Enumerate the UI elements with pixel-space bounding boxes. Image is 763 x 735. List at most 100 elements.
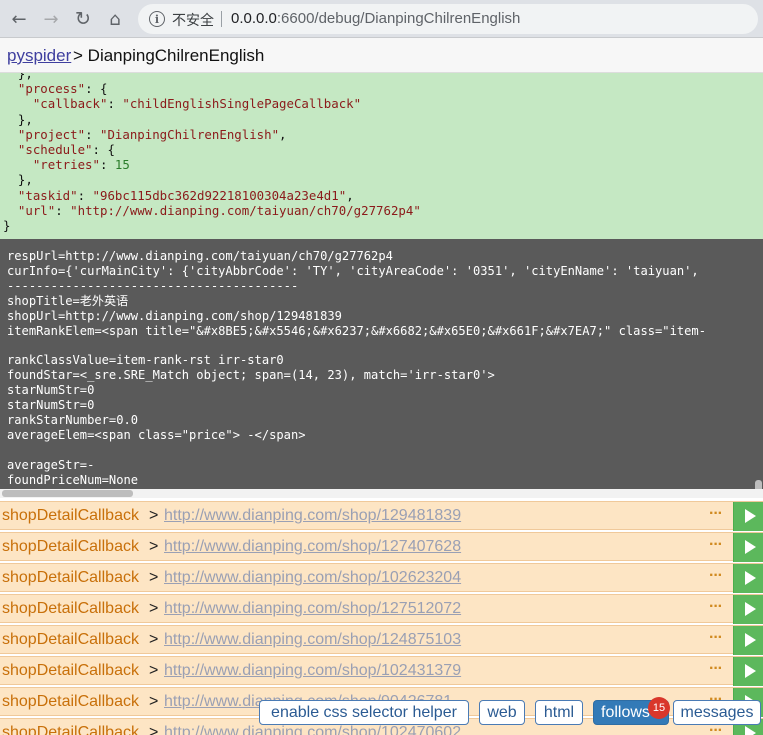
- follow-separator: >: [149, 662, 159, 679]
- url-path: :6600/debug/DianpingChilrenEnglish: [276, 10, 521, 27]
- breadcrumb-separator: >: [73, 46, 83, 65]
- follow-separator: >: [149, 507, 159, 524]
- follow-url-link[interactable]: http://www.dianping.com/shop/127407628: [164, 538, 461, 556]
- follow-row[interactable]: shopDetailCallback > http://www.dianping.c…: [0, 501, 763, 531]
- follow-row[interactable]: shopDetailCallback > http://www.dianping.c…: [0, 563, 763, 593]
- play-icon: [745, 726, 756, 735]
- console-line: starNumStr=0: [7, 383, 95, 398]
- follow-separator: >: [149, 693, 159, 710]
- more-options-icon[interactable]: ···: [709, 598, 723, 616]
- console-line: ----------------------------------------: [7, 278, 299, 293]
- follow-callback: shopDetailCallback: [2, 600, 139, 617]
- play-icon: [745, 540, 756, 554]
- follow-row[interactable]: shopDetailCallback > http://www.dianping.c…: [0, 594, 763, 624]
- run-follow-button[interactable]: [733, 564, 763, 593]
- run-follow-button[interactable]: [733, 595, 763, 624]
- console-line: shopUrl=http://www.dianping.com/shop/129…: [7, 308, 342, 323]
- console-line: curInfo={'curMainCity': {'cityAbbrCode':…: [7, 263, 699, 278]
- follow-callback: shopDetailCallback: [2, 693, 139, 710]
- follow-separator: >: [149, 600, 159, 617]
- play-icon: [745, 509, 756, 523]
- follow-separator: >: [149, 724, 159, 735]
- task-json-line: },: [3, 172, 33, 188]
- console-line: respUrl=http://www.dianping.com/taiyuan/…: [7, 249, 393, 263]
- console-line: averageStr=-: [7, 457, 95, 472]
- task-json-line: "project": "DianpingChilrenEnglish",: [17, 126, 287, 142]
- back-arrow-icon[interactable]: ←: [6, 6, 32, 32]
- task-json-text: }, "process": { "callback": "childEnglis…: [3, 73, 421, 233]
- follow-row[interactable]: shopDetailCallback > http://www.dianping.c…: [0, 532, 763, 562]
- console-line: foundPriceNum=None: [7, 472, 139, 487]
- play-icon: [745, 664, 756, 678]
- follow-separator: >: [149, 538, 159, 555]
- play-icon: [745, 602, 756, 616]
- forward-arrow-icon[interactable]: →: [38, 6, 64, 32]
- breadcrumb: > DianpingChilrenEnglish: [73, 46, 264, 66]
- run-follow-button[interactable]: [733, 533, 763, 562]
- tab-html[interactable]: html: [535, 700, 583, 725]
- follow-callback: shopDetailCallback: [2, 662, 139, 679]
- follow-separator: >: [149, 631, 159, 648]
- task-json-line: "url": "http://www.dianping.com/taiyuan/…: [17, 202, 421, 218]
- browser-toolbar: ← → ↻ ⌂ i 不安全 0.0.0.0:6600/debug/Dianpin…: [0, 0, 763, 38]
- project-name: DianpingChilrenEnglish: [87, 46, 265, 65]
- follow-callback: shopDetailCallback: [2, 538, 139, 555]
- play-icon: [745, 633, 756, 647]
- follow-row[interactable]: shopDetailCallback > http://www.dianping.c…: [0, 625, 763, 655]
- more-options-icon[interactable]: ···: [709, 629, 723, 647]
- follow-row[interactable]: shopDetailCallback > http://www.dianping.c…: [0, 656, 763, 686]
- follow-separator: >: [149, 569, 159, 586]
- more-options-icon[interactable]: ···: [709, 660, 723, 678]
- css-selector-helper-button[interactable]: enable css selector helper: [259, 700, 469, 725]
- follows-count-badge: 15: [648, 697, 670, 719]
- app-header: pyspider > DianpingChilrenEnglish: [0, 38, 763, 73]
- console-line: averageElem=<span class="price"> -</span…: [7, 427, 306, 442]
- pyspider-home-link[interactable]: pyspider: [7, 46, 71, 66]
- task-json-line: },: [3, 111, 33, 127]
- task-json-panel: }, "process": { "callback": "childEnglis…: [0, 73, 763, 239]
- address-separator: [221, 11, 222, 27]
- follow-url-link[interactable]: http://www.dianping.com/shop/102470602: [164, 724, 461, 735]
- console-output: respUrl=http://www.dianping.com/taiyuan/…: [0, 239, 763, 498]
- tab-messages[interactable]: messages: [673, 700, 761, 725]
- run-follow-button[interactable]: [733, 657, 763, 686]
- home-icon[interactable]: ⌂: [102, 6, 128, 32]
- tab-web[interactable]: web: [479, 700, 525, 725]
- console-line: foundStar=<_sre.SRE_Match object; span=(…: [7, 368, 495, 383]
- run-follow-button[interactable]: [733, 626, 763, 655]
- address-bar[interactable]: i 不安全 0.0.0.0:6600/debug/DianpingChilren…: [138, 4, 758, 34]
- run-follow-button[interactable]: [733, 502, 763, 531]
- follow-callback: shopDetailCallback: [2, 724, 139, 735]
- follow-url-link[interactable]: http://www.dianping.com/shop/129481839: [164, 507, 461, 525]
- insecure-label: 不安全: [172, 13, 214, 29]
- follow-url-link[interactable]: http://www.dianping.com/shop/102623204: [164, 569, 461, 587]
- reload-icon[interactable]: ↻: [70, 6, 96, 32]
- task-json-line: "callback": "childEnglishSinglePageCallb…: [32, 96, 362, 112]
- info-icon[interactable]: i: [149, 11, 165, 27]
- follow-url-link[interactable]: http://www.dianping.com/shop/102431379: [164, 662, 461, 680]
- console-line: starNumStr=0: [7, 398, 95, 413]
- console-line: rankStarNumber=0.0: [7, 412, 139, 427]
- task-json-line: "retries": 15: [32, 157, 130, 173]
- console-text: respUrl=http://www.dianping.com/taiyuan/…: [7, 249, 706, 488]
- more-options-icon[interactable]: ···: [709, 567, 723, 585]
- task-json-line: }: [3, 218, 11, 234]
- scrollbar-thumb[interactable]: [2, 490, 133, 497]
- console-line: shopTitle=老外英语: [7, 293, 129, 308]
- follow-callback: shopDetailCallback: [2, 631, 139, 648]
- task-json-line: "process": {: [17, 81, 108, 97]
- console-line: rankClassValue=item-rank-rst irr-star0: [7, 353, 284, 368]
- more-options-icon[interactable]: ···: [709, 536, 723, 554]
- horizontal-scrollbar[interactable]: [0, 489, 763, 498]
- follow-url-link[interactable]: http://www.dianping.com/shop/127512072: [164, 600, 461, 618]
- more-options-icon[interactable]: ···: [709, 505, 723, 523]
- url-host: 0.0.0.0: [231, 10, 277, 27]
- play-icon: [745, 571, 756, 585]
- task-json-line: "schedule": {: [17, 142, 115, 158]
- follow-callback: shopDetailCallback: [2, 569, 139, 586]
- task-json-line: "taskid": "96bc115dbc362d92218100304a23e…: [17, 187, 354, 203]
- console-line: itemRankElem=<span title="&#x8BE5;&#x554…: [7, 323, 706, 338]
- follow-callback: shopDetailCallback: [2, 507, 139, 524]
- url-text[interactable]: 0.0.0.0:6600/debug/DianpingChilrenEnglis…: [231, 10, 520, 27]
- follow-url-link[interactable]: http://www.dianping.com/shop/124875103: [164, 631, 461, 649]
